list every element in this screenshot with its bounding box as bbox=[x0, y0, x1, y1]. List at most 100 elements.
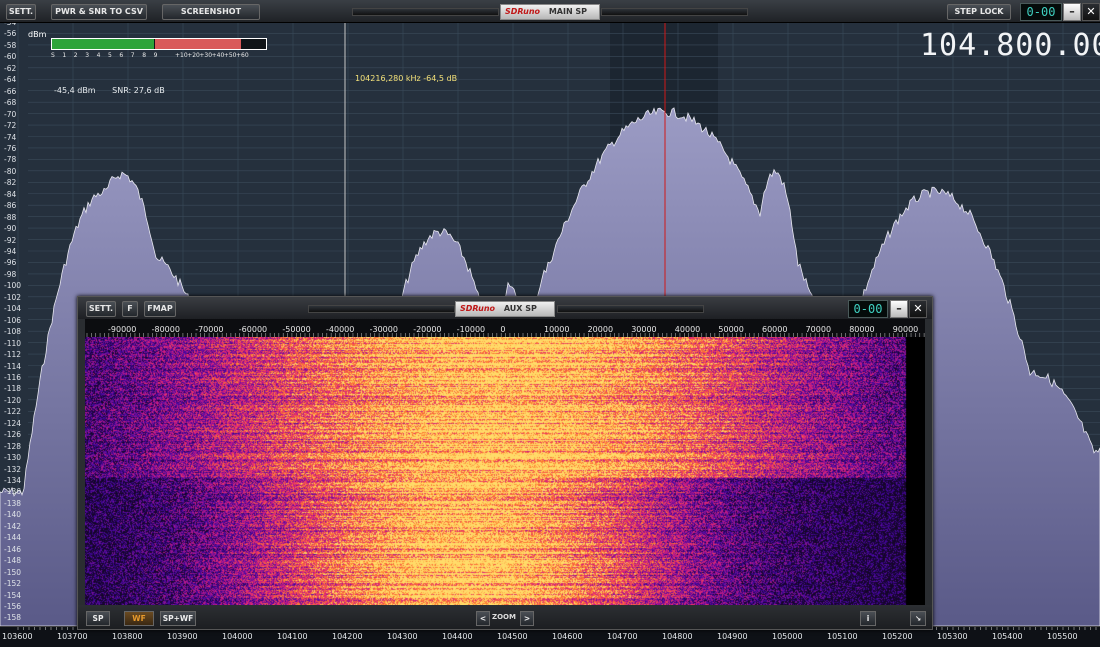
aux-axis-label: -20000 bbox=[413, 325, 442, 334]
aux-f-button[interactable]: F bbox=[122, 301, 138, 317]
y-axis-label: -72 bbox=[4, 121, 17, 131]
y-axis-label: -148 bbox=[4, 556, 22, 566]
y-axis-label: -106 bbox=[4, 315, 22, 325]
aux-axis-label: -40000 bbox=[326, 325, 355, 334]
aux-settings-button[interactable]: SETT. bbox=[86, 301, 116, 317]
aux-axis-label: 60000 bbox=[762, 325, 788, 334]
y-axis-label: -134 bbox=[4, 476, 22, 485]
y-axis-label: -98 bbox=[4, 269, 17, 279]
y-axis-label: -140 bbox=[4, 510, 22, 520]
frequency-axis-label: 105000 bbox=[772, 632, 803, 641]
meter-scale-label: 5 bbox=[108, 52, 112, 59]
y-axis-label: -76 bbox=[4, 143, 17, 153]
frequency-axis-label: 104100 bbox=[277, 632, 308, 641]
meter-scale-label: 1 bbox=[62, 52, 67, 59]
aux-sdruno-logo: SDRuno bbox=[460, 304, 496, 313]
aux-axis-label: 10000 bbox=[544, 325, 570, 334]
main-title-box: SDRuno MAIN SP bbox=[500, 4, 600, 20]
frequency-axis-label: 104400 bbox=[442, 632, 473, 641]
y-axis-label: -132 bbox=[4, 464, 22, 474]
aux-axis-label: 30000 bbox=[631, 325, 657, 334]
zoom-out-button[interactable]: < bbox=[476, 611, 490, 626]
y-axis-label: -154 bbox=[4, 590, 22, 600]
meter-scale-label: +40 bbox=[211, 52, 225, 59]
y-axis-label: -136 bbox=[4, 487, 22, 497]
aux-minimize-button[interactable]: – bbox=[890, 300, 908, 318]
meter-red-bar bbox=[155, 39, 241, 49]
screenshot-button[interactable]: SCREENSHOT bbox=[162, 4, 260, 20]
meter-scale-label: 4 bbox=[96, 52, 101, 59]
y-axis-label: -100 bbox=[4, 281, 22, 291]
y-axis-label: -122 bbox=[4, 407, 22, 417]
y-axis-label: -60 bbox=[4, 52, 17, 62]
y-axis-label: -152 bbox=[4, 579, 22, 589]
sdruno-logo: SDRuno bbox=[505, 7, 541, 16]
y-axis-label: -56 bbox=[4, 29, 17, 39]
meter-scale-label: 6 bbox=[119, 52, 124, 59]
frequency-axis-label: 103900 bbox=[167, 632, 198, 641]
step-lock-button[interactable]: STEP LOCK bbox=[947, 4, 1011, 20]
y-axis-label: -142 bbox=[4, 521, 22, 531]
y-axis-label: -144 bbox=[4, 533, 22, 543]
frequency-axis-label: 105400 bbox=[992, 632, 1023, 641]
sp-mode-button[interactable]: SP bbox=[86, 611, 110, 626]
fmap-button[interactable]: FMAP bbox=[144, 301, 176, 317]
y-axis-label: -108 bbox=[4, 327, 22, 337]
waterfall-canvas[interactable] bbox=[85, 337, 925, 605]
info-button[interactable]: i bbox=[860, 611, 876, 626]
y-axis-label: -150 bbox=[4, 567, 22, 577]
y-axis-label: -82 bbox=[4, 178, 17, 188]
y-axis-label: -158 bbox=[4, 613, 22, 623]
meter-scale-label: +50 bbox=[223, 52, 237, 59]
y-axis-label: -130 bbox=[4, 453, 22, 463]
frequency-axis-label: 105500 bbox=[1047, 632, 1078, 641]
y-axis-label: -112 bbox=[4, 350, 22, 360]
frequency-axis-label: 104300 bbox=[387, 632, 418, 641]
waterfall-display[interactable] bbox=[85, 337, 925, 605]
aux-axis-label: 90000 bbox=[892, 325, 919, 334]
frequency-display[interactable]: 104.800.000 bbox=[920, 28, 1100, 63]
minimize-button[interactable]: – bbox=[1063, 3, 1081, 21]
settings-button[interactable]: SETT. bbox=[6, 4, 36, 20]
frequency-axis-label: 104800 bbox=[662, 632, 693, 641]
frequency-axis-label: 105200 bbox=[882, 632, 913, 641]
frequency-axis-label: 103600 bbox=[2, 632, 33, 641]
y-axis-label: -64 bbox=[4, 75, 17, 85]
y-axis-label: -70 bbox=[4, 109, 17, 119]
y-axis-label: -118 bbox=[4, 384, 22, 394]
sp-wf-mode-button[interactable]: SP+WF bbox=[160, 611, 196, 626]
meter-scale-label: +10 bbox=[175, 52, 188, 59]
power-snr-readout: -45,4 dBm SNR: 27,6 dB bbox=[54, 86, 165, 95]
close-button[interactable]: ✕ bbox=[1082, 3, 1100, 21]
aux-axis-label: 20000 bbox=[587, 325, 614, 334]
aux-close-button[interactable]: ✕ bbox=[909, 300, 927, 318]
y-axis-label: -96 bbox=[4, 258, 17, 268]
frequency-axis-label: 105100 bbox=[827, 632, 858, 641]
meter-scale-label: 9 bbox=[153, 52, 158, 59]
y-axis-label: -104 bbox=[4, 304, 22, 314]
y-axis-label: -116 bbox=[4, 372, 22, 382]
title-separator-left bbox=[352, 8, 499, 16]
y-axis-label: -114 bbox=[4, 361, 22, 371]
aux-axis-label: -30000 bbox=[369, 325, 398, 334]
y-axis-label: -74 bbox=[4, 132, 17, 142]
title-separator-right bbox=[601, 8, 748, 16]
y-axis-label: -138 bbox=[4, 498, 22, 508]
resize-handle[interactable]: ↘ bbox=[910, 611, 926, 626]
dbm-unit-label: dBm bbox=[28, 30, 47, 39]
y-axis-label: -86 bbox=[4, 201, 17, 211]
aux-spectrum-window[interactable]: SETT. F FMAP SDRuno AUX SP 0-00 – ✕ -900… bbox=[77, 296, 933, 630]
frequency-axis-label: 103800 bbox=[112, 632, 143, 641]
aux-axis-label: 80000 bbox=[849, 325, 875, 334]
wf-mode-button[interactable]: WF bbox=[124, 611, 154, 626]
y-axis-label: -102 bbox=[4, 292, 22, 302]
zoom-label: ZOOM bbox=[492, 613, 516, 621]
frequency-axis-label: 104700 bbox=[607, 632, 638, 641]
zoom-in-button[interactable]: > bbox=[520, 611, 534, 626]
y-axis-label: -66 bbox=[4, 86, 17, 96]
aux-toolbar: SETT. F FMAP SDRuno AUX SP 0-00 – ✕ bbox=[78, 297, 932, 319]
frequency-axis-label: 103700 bbox=[57, 632, 88, 641]
aux-title-separator-right bbox=[557, 305, 704, 313]
pwr-snr-csv-button[interactable]: PWR & SNR TO CSV bbox=[51, 4, 147, 20]
meter-scale-label: +60 bbox=[236, 52, 249, 59]
